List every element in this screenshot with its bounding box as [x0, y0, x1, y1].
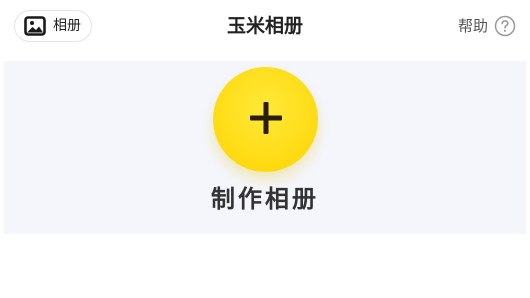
page-title: 玉米相册 — [226, 15, 303, 37]
question-circle-icon — [494, 15, 516, 37]
help-label: 帮助 — [457, 17, 488, 35]
create-album-panel[interactable]: 制作相册 — [4, 61, 526, 234]
help-button[interactable]: 帮助 — [458, 14, 516, 38]
top-bar: 相册 玉米相册 帮助 — [0, 0, 530, 56]
app-page: 相册 玉米相册 帮助 制作相册 — [0, 0, 530, 298]
create-album-button[interactable] — [213, 67, 318, 172]
plus-icon — [246, 98, 286, 142]
create-album-label[interactable]: 制作相册 — [4, 184, 526, 214]
